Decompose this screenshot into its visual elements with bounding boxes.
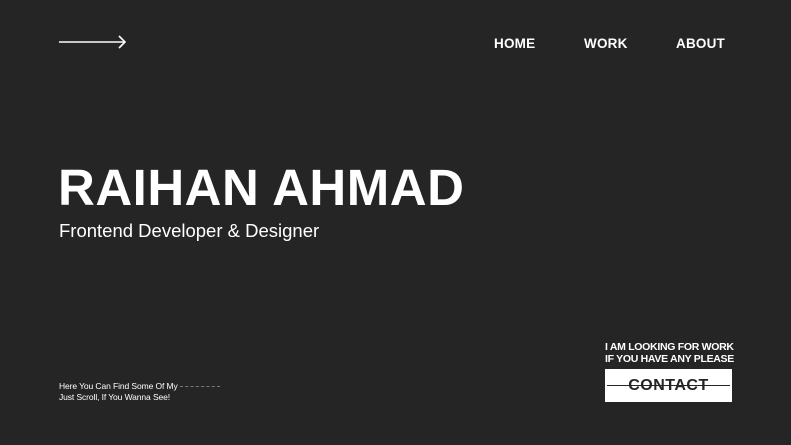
scroll-hint: Here You Can Find Some Of My Just Scroll…	[59, 381, 220, 403]
contact-cta: I AM LOOKING FOR WORK IF YOU HAVE ANY PL…	[605, 341, 734, 402]
arrow-right-icon[interactable]	[59, 34, 127, 50]
cta-line-1: I AM LOOKING FOR WORK	[605, 341, 734, 353]
dashed-divider	[179, 386, 220, 388]
nav-about-link[interactable]: ABOUT	[676, 36, 725, 52]
nav-work-link[interactable]: WORK	[584, 36, 628, 52]
cta-message: I AM LOOKING FOR WORK IF YOU HAVE ANY PL…	[605, 341, 734, 365]
cta-line-2: IF YOU HAVE ANY PLEASE	[605, 352, 734, 365]
scroll-hint-line-1: Here You Can Find Some Of My	[59, 381, 220, 392]
contact-button[interactable]: CONTACT	[605, 369, 732, 402]
scroll-hint-text-2: Just Scroll, If You Wanna See!	[59, 392, 171, 402]
nav-home-link[interactable]: HOME	[494, 36, 535, 52]
scroll-hint-text-1: Here You Can Find Some Of My	[59, 381, 178, 391]
hero-name: RAIHAN AHMAD	[58, 159, 465, 216]
hero-role: Frontend Developer & Designer	[59, 220, 320, 241]
